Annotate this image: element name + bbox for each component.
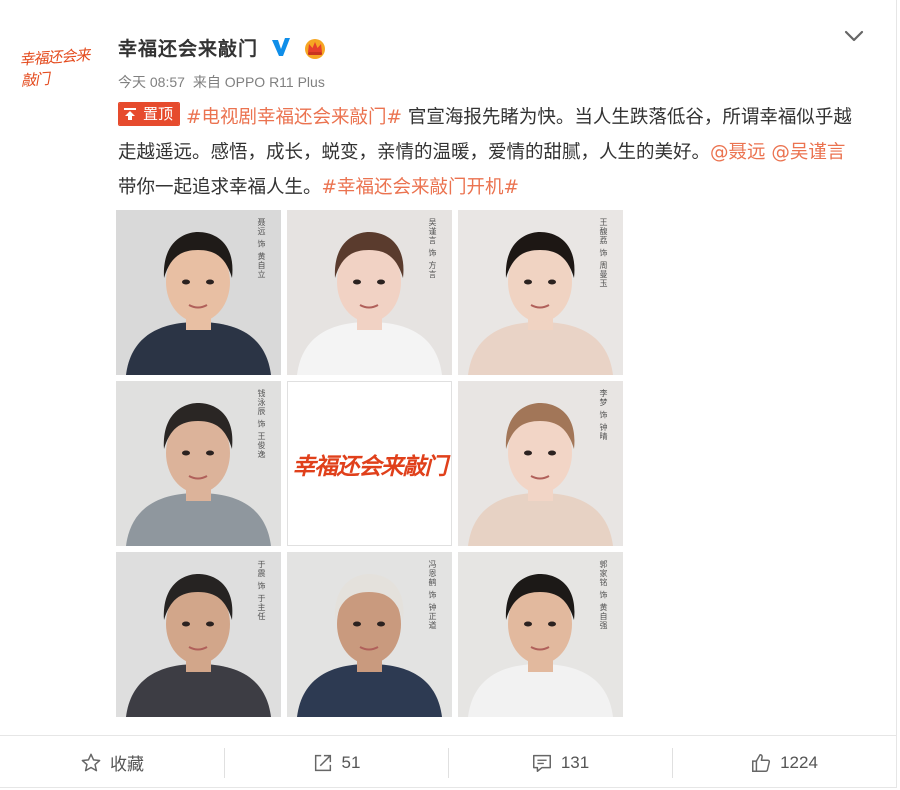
poster-actor-4[interactable]: 钱泳辰 饰 王俊逸: [116, 381, 281, 546]
post-meta: 今天 08:57 来自 OPPO R11 Plus: [118, 72, 325, 92]
comment-button[interactable]: 131: [448, 736, 672, 789]
thumbs-up-icon: [752, 753, 771, 772]
poster-actress-6[interactable]: 李梦 饰 钟晴: [458, 381, 623, 546]
share-icon: [314, 754, 331, 771]
repost-button[interactable]: 51: [224, 736, 448, 789]
favorite-label: 收藏: [110, 755, 144, 774]
poster-caption: 王馥荔 饰 周曼玉: [599, 218, 608, 289]
pin-icon: [119, 103, 141, 125]
poster-caption: 郭家铭 饰 黄自强: [599, 560, 608, 631]
portrait-eye: [353, 621, 361, 627]
portrait-eye: [206, 279, 214, 285]
portrait-eye: [206, 621, 214, 627]
poster-wu-jinyan[interactable]: 吴谨言 饰 方言: [287, 210, 452, 375]
image-grid: 聂远 饰 黄自立 吴谨言 饰 方言 王馥荔 饰 周曼玉钱泳辰 饰 王俊逸幸福还会来敲…: [116, 210, 624, 718]
favorite-button[interactable]: 收藏: [0, 736, 224, 789]
portrait-eye: [377, 279, 385, 285]
chevron-down-icon[interactable]: [842, 26, 866, 46]
portrait-eye: [353, 279, 361, 285]
topic-link[interactable]: #幸福还会来敲门开机#: [322, 177, 520, 198]
source-prefix: 来自: [192, 74, 221, 90]
portrait-eye: [524, 450, 532, 456]
poster-caption: 冯恩鹤 饰 钟正道: [428, 560, 437, 631]
weibo-post-card: 幸福还会来敲门 幸福还会来敲门 今天 08:57 来自 OPPO R11 Plu…: [0, 0, 897, 788]
portrait-eye: [182, 621, 190, 627]
poster-caption: 钱泳辰 饰 王俊逸: [257, 389, 266, 460]
portrait-eye: [548, 279, 556, 285]
comment-count: 131: [560, 752, 590, 772]
poster-actor-9[interactable]: 郭家铭 饰 黄自强: [458, 552, 623, 717]
poster-caption: 聂远 饰 黄自立: [257, 218, 266, 280]
mention-link-wu-jinyan[interactable]: @吴谨言: [771, 142, 845, 163]
member-crown-icon[interactable]: [303, 37, 327, 59]
poster-actress-3[interactable]: 王馥荔 饰 周曼玉: [458, 210, 623, 375]
pinned-badge: 置顶: [118, 102, 181, 126]
portrait-eye: [377, 621, 385, 627]
portrait-eye: [524, 279, 532, 285]
verified-icon: [272, 38, 290, 56]
star-icon: [81, 753, 101, 771]
poster-actor-7[interactable]: 于震 饰 于主任: [116, 552, 281, 717]
poster-actor-8[interactable]: 冯恩鹤 饰 钟正道: [287, 552, 452, 717]
poster-caption: 于震 饰 于主任: [257, 560, 266, 622]
post-body-text: 带你一起追求幸福人生。: [118, 177, 322, 198]
portrait-eye: [182, 450, 190, 456]
portrait-eye: [548, 621, 556, 627]
portrait-eye: [524, 621, 532, 627]
repost-count: 51: [341, 752, 361, 772]
source-device[interactable]: OPPO R11 Plus: [225, 74, 325, 90]
post-text: 置顶 #电视剧幸福还会来敲门# 官宣海报先睹为快。当人生跌落低谷，所谓幸福似乎越…: [118, 100, 868, 205]
post-timestamp[interactable]: 今天 08:57: [118, 74, 185, 90]
topic-link[interactable]: #电视剧幸福还会来敲门#: [186, 107, 402, 128]
poster-logo[interactable]: 幸福还会来敲门: [287, 381, 452, 546]
pinned-label: 置顶: [141, 103, 180, 125]
portrait-eye: [206, 450, 214, 456]
poster-caption: 李梦 饰 钟晴: [599, 389, 608, 442]
poster-caption: 吴谨言 饰 方言: [428, 218, 437, 280]
like-button[interactable]: 1224: [672, 736, 896, 789]
like-count: 1224: [780, 752, 818, 772]
comment-icon: [532, 754, 551, 772]
portrait-eye: [548, 450, 556, 456]
post-username[interactable]: 幸福还会来敲门: [118, 34, 258, 61]
logo-text: 幸福还会来敲门: [292, 452, 448, 480]
action-bar: 收藏 51 131 1224: [0, 735, 896, 789]
avatar-logo-text: 幸福还会来敲门: [18, 45, 90, 90]
poster-nie-yuan[interactable]: 聂远 饰 黄自立: [116, 210, 281, 375]
portrait-eye: [182, 279, 190, 285]
mention-link-nie-yuan[interactable]: @聂远: [710, 142, 766, 163]
avatar[interactable]: 幸福还会来敲门: [18, 32, 100, 102]
